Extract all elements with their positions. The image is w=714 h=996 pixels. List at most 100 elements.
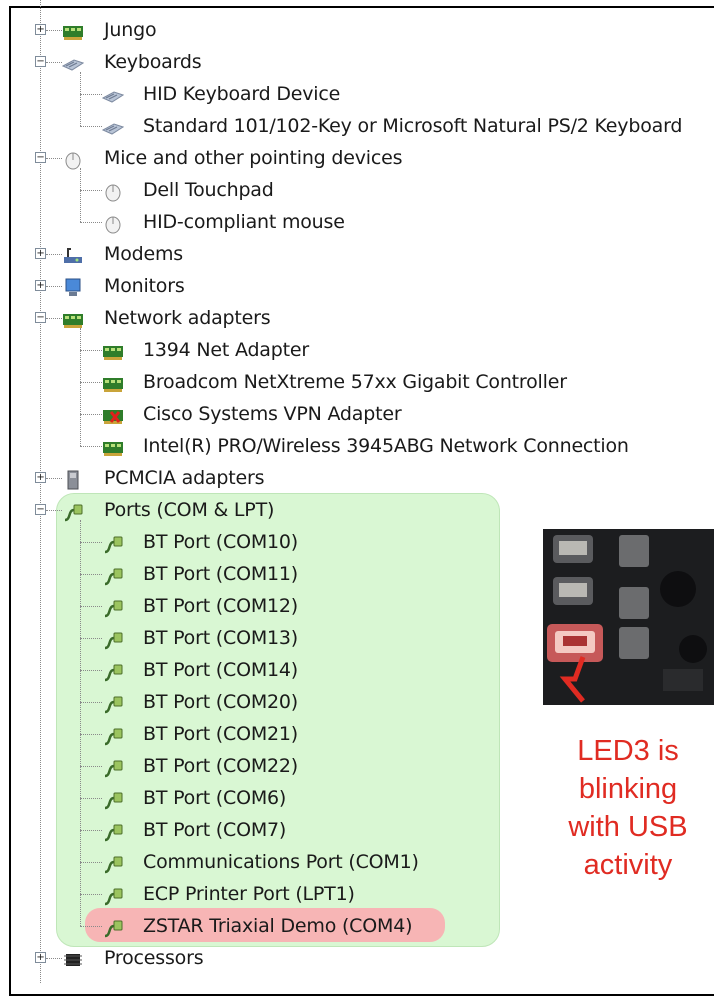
tree-connector [80, 328, 81, 446]
device-label: ECP Printer Port (LPT1) [143, 883, 355, 905]
collapse-icon[interactable]: − [35, 56, 46, 67]
mouse-icon [62, 148, 84, 170]
device-label: Broadcom NetXtreme 57xx Gigabit Controll… [143, 371, 567, 393]
collapse-icon[interactable]: − [35, 152, 46, 163]
keyboard-icon [101, 116, 125, 136]
tree-connector [80, 72, 81, 126]
tree-connector [46, 478, 62, 479]
board-photo [543, 529, 714, 705]
tree-category[interactable]: + PCMCIA adapters [0, 462, 700, 494]
tree-category[interactable]: − Ports (COM & LPT) [0, 494, 700, 526]
port-icon [102, 628, 124, 650]
tree-connector [46, 30, 62, 31]
tree-connector [80, 670, 102, 671]
port-icon [102, 724, 124, 746]
tree-category[interactable]: − Network adapters [0, 302, 700, 334]
device-label: ZSTAR Triaxial Demo (COM4) [143, 915, 413, 937]
port-icon [102, 564, 124, 586]
port-icon [102, 916, 124, 938]
device-label: BT Port (COM22) [143, 755, 299, 777]
tree-connector [80, 862, 102, 863]
network-card-icon [62, 20, 84, 40]
category-label: Keyboards [104, 51, 202, 73]
tree-connector [80, 222, 102, 223]
tree-connector [80, 94, 102, 95]
port-icon [102, 884, 124, 906]
tree-device[interactable]: ZSTAR Triaxial Demo (COM4) [0, 910, 710, 942]
port-icon [102, 788, 124, 810]
tree-connector [80, 520, 81, 926]
tree-connector [80, 126, 102, 127]
category-label: PCMCIA adapters [104, 467, 265, 489]
port-icon [102, 596, 124, 618]
expand-icon[interactable]: + [35, 280, 46, 291]
tree-device[interactable]: 1394 Net Adapter [0, 334, 710, 366]
tree-connector [80, 414, 102, 415]
tree-connector [80, 574, 102, 575]
device-label: BT Port (COM14) [143, 659, 299, 681]
tree-device[interactable]: Standard 101/102-Key or Microsoft Natura… [0, 110, 710, 142]
expand-icon[interactable]: + [35, 24, 46, 35]
device-label: Intel(R) PRO/Wireless 3945ABG Network Co… [143, 435, 629, 457]
led-annotation: LED3 is blinking with USB activity [548, 732, 708, 884]
device-label: HID Keyboard Device [143, 83, 341, 105]
device-label: Cisco Systems VPN Adapter [143, 403, 402, 425]
tree-connector [80, 382, 102, 383]
port-icon [102, 756, 124, 778]
tree-device[interactable]: Cisco Systems VPN Adapter [0, 398, 710, 430]
network-card-icon [102, 436, 124, 456]
tree-connector [80, 798, 102, 799]
category-label: Ports (COM & LPT) [104, 499, 275, 521]
tree-device[interactable]: Intel(R) PRO/Wireless 3945ABG Network Co… [0, 430, 710, 462]
mouse-icon [102, 180, 124, 202]
tree-category[interactable]: + Modems [0, 238, 700, 270]
tree-category[interactable]: + Processors [0, 942, 700, 974]
tree-connector [46, 62, 62, 63]
expand-icon[interactable]: + [35, 248, 46, 259]
tree-connector [80, 446, 102, 447]
device-label: BT Port (COM6) [143, 787, 287, 809]
tree-category[interactable]: − Mice and other pointing devices [0, 142, 700, 174]
port-icon [62, 500, 84, 522]
device-label: Standard 101/102-Key or Microsoft Natura… [143, 115, 683, 137]
disabled-network-icon [102, 404, 124, 424]
expand-icon[interactable]: + [35, 952, 46, 963]
tree-connector [80, 168, 81, 222]
device-label: Communications Port (COM1) [143, 851, 419, 873]
tree-category[interactable]: + Monitors [0, 270, 700, 302]
expand-icon[interactable]: + [35, 472, 46, 483]
tree-device[interactable]: Dell Touchpad [0, 174, 710, 206]
tree-device[interactable]: HID-compliant mouse [0, 206, 710, 238]
tree-connector [80, 894, 102, 895]
annotation-line: activity [583, 849, 673, 881]
collapse-icon[interactable]: − [35, 312, 46, 323]
tree-connector [80, 638, 102, 639]
tree-connector [80, 734, 102, 735]
port-icon [102, 532, 124, 554]
annotation-line: LED3 is [577, 735, 679, 767]
tree-device[interactable]: Broadcom NetXtreme 57xx Gigabit Controll… [0, 366, 710, 398]
device-label: BT Port (COM12) [143, 595, 299, 617]
tree-connector [46, 286, 62, 287]
tree-device[interactable]: HID Keyboard Device [0, 78, 710, 110]
network-card-icon [102, 372, 124, 392]
tree-connector [80, 830, 102, 831]
category-label: Modems [104, 243, 183, 265]
tree-connector [46, 510, 62, 511]
port-icon [102, 692, 124, 714]
port-icon [102, 852, 124, 874]
port-icon [102, 660, 124, 682]
keyboard-icon [101, 84, 125, 104]
tree-connector [80, 702, 102, 703]
collapse-icon[interactable]: − [35, 504, 46, 515]
tree-connector [80, 190, 102, 191]
tree-connector [46, 958, 62, 959]
annotation-line: blinking [578, 773, 678, 805]
tree-category[interactable]: − Keyboards [0, 46, 700, 78]
tree-connector [46, 318, 62, 319]
tree-category[interactable]: + Jungo [0, 14, 700, 46]
tree-connector [80, 926, 102, 927]
annotation-line: with USB [568, 811, 688, 843]
device-label: Dell Touchpad [143, 179, 274, 201]
tree-connector [80, 542, 102, 543]
